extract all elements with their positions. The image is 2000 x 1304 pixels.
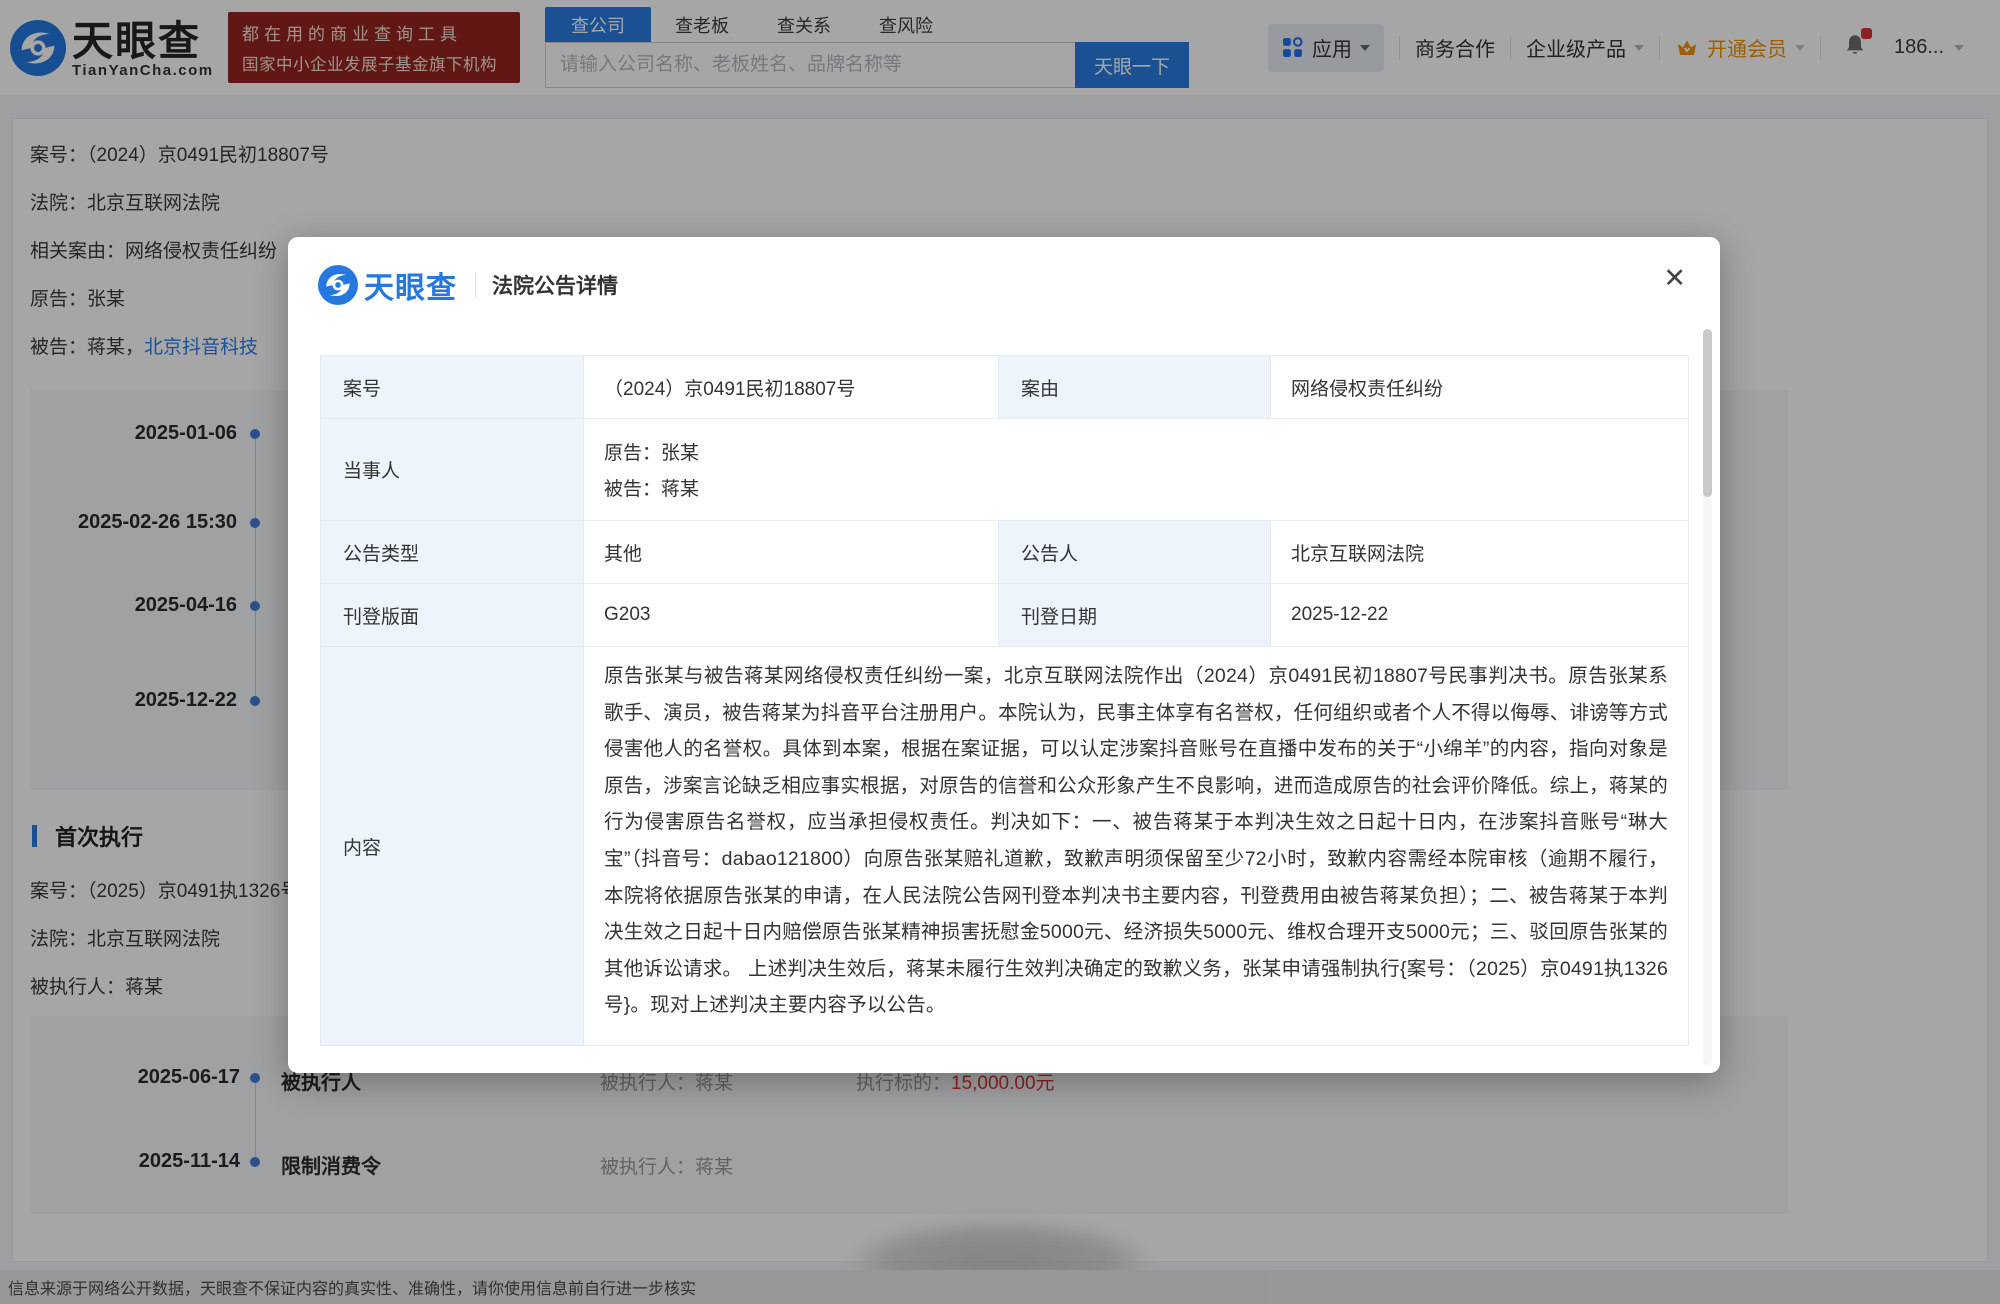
table-value-type: 其他 <box>584 521 999 584</box>
table-value-case-no: （2024）京0491民初18807号 <box>584 356 999 419</box>
announcement-table: 案号 （2024）京0491民初18807号 案由 网络侵权责任纠纷 当事人 原… <box>320 355 1688 1046</box>
table-value-announcer: 北京互联网法院 <box>1271 521 1689 584</box>
modal-scrollbar-thumb[interactable] <box>1703 329 1712 497</box>
modal-title: 法院公告详情 <box>492 270 618 300</box>
modal-close-button[interactable]: ✕ <box>1663 263 1686 293</box>
table-label-announcer: 公告人 <box>999 521 1271 584</box>
tianyancha-app: 天眼查 TianYanCha.com 都在用的商业查询工具 国家中小企业发展子基… <box>0 0 2000 1304</box>
modal-header-divider <box>475 272 476 298</box>
table-label-page: 刊登版面 <box>321 584 584 647</box>
table-label-case-no: 案号 <box>321 356 584 419</box>
party-defendant: 被告：蒋某 <box>604 474 699 501</box>
modal-header: 天眼查 法院公告详情 <box>318 263 618 307</box>
party-plaintiff: 原告：张某 <box>604 438 699 465</box>
table-label-party: 当事人 <box>321 419 584 521</box>
tianyancha-logo-icon <box>318 265 358 305</box>
table-value-page: G203 <box>584 584 999 647</box>
table-value-party: 原告：张某 被告：蒋某 <box>584 419 1689 521</box>
table-label-cause: 案由 <box>999 356 1271 419</box>
modal-brand: 天眼查 <box>364 263 457 307</box>
announcement-content-text: 原告张某与被告蒋某网络侵权责任纠纷一案，北京互联网法院作出（2024）京0491… <box>604 658 1668 1024</box>
table-value-pub-date: 2025-12-22 <box>1271 584 1689 647</box>
table-value-content: 原告张某与被告蒋某网络侵权责任纠纷一案，北京互联网法院作出（2024）京0491… <box>584 647 1689 1046</box>
court-announcement-modal: 天眼查 法院公告详情 ✕ 案号 （2024）京0491民初18807号 案由 网… <box>288 237 1720 1073</box>
table-label-type: 公告类型 <box>321 521 584 584</box>
table-label-pub-date: 刊登日期 <box>999 584 1271 647</box>
table-label-content: 内容 <box>321 647 584 1046</box>
table-value-cause: 网络侵权责任纠纷 <box>1271 356 1689 419</box>
